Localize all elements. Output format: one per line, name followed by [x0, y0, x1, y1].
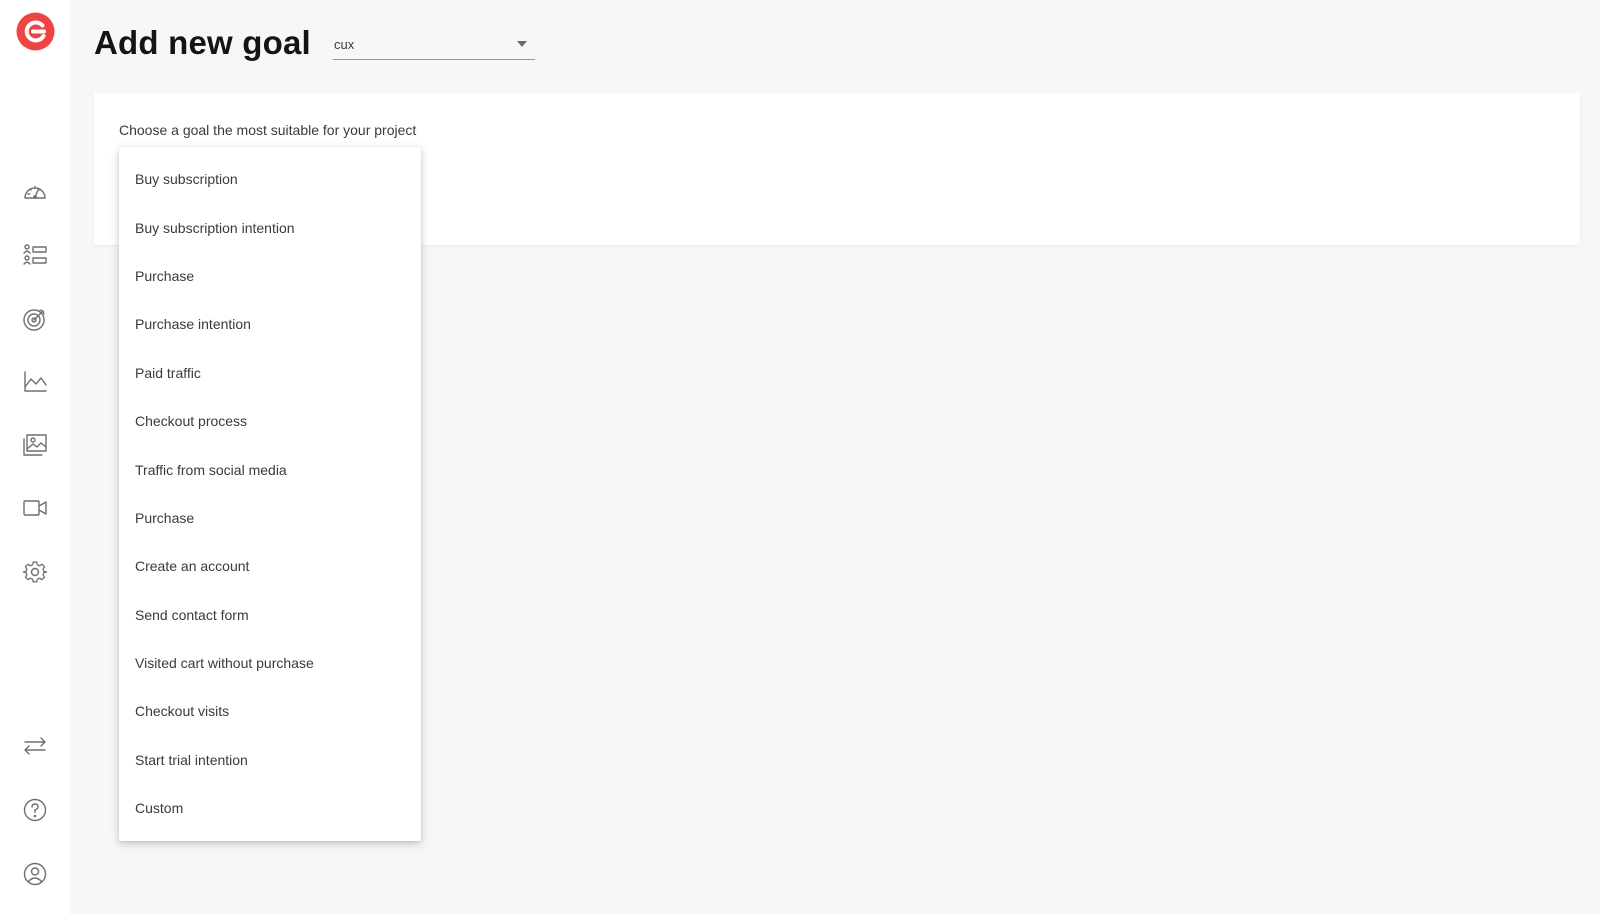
project-select[interactable]: cux [333, 30, 535, 60]
area-chart-icon[interactable] [22, 369, 48, 395]
goal-option-start-trial-intention[interactable]: Start trial intention [119, 736, 421, 784]
goal-option-purchase-2[interactable]: Purchase [119, 494, 421, 542]
goal-option-visited-cart-without-purchase[interactable]: Visited cart without purchase [119, 639, 421, 687]
goal-option-checkout-visits[interactable]: Checkout visits [119, 687, 421, 735]
goal-option-checkout-process[interactable]: Checkout process [119, 397, 421, 445]
cux-logo-icon[interactable] [16, 12, 55, 51]
chevron-down-icon [517, 41, 527, 47]
video-camera-icon[interactable] [22, 495, 48, 521]
goal-option-purchase[interactable]: Purchase [119, 252, 421, 300]
goal-option-create-an-account[interactable]: Create an account [119, 542, 421, 590]
user-list-icon[interactable] [22, 242, 48, 268]
gallery-images-icon[interactable] [22, 432, 48, 458]
project-select-value: cux [334, 37, 355, 52]
goal-dropdown-menu: Buy subscription Buy subscription intent… [119, 147, 421, 841]
user-profile-icon[interactable] [22, 861, 48, 887]
gear-icon[interactable] [22, 559, 48, 585]
goal-option-buy-subscription-intention[interactable]: Buy subscription intention [119, 203, 421, 251]
goal-option-purchase-intention[interactable]: Purchase intention [119, 300, 421, 348]
target-goal-icon[interactable] [22, 306, 48, 332]
goal-option-custom[interactable]: Custom [119, 784, 421, 832]
swap-arrows-icon[interactable] [22, 733, 48, 759]
goal-option-send-contact-form[interactable]: Send contact form [119, 591, 421, 639]
goal-option-traffic-from-social-media[interactable]: Traffic from social media [119, 445, 421, 493]
goal-prompt: Choose a goal the most suitable for your… [119, 122, 417, 138]
goal-option-buy-subscription[interactable]: Buy subscription [119, 155, 421, 203]
goal-option-paid-traffic[interactable]: Paid traffic [119, 349, 421, 397]
help-question-icon[interactable] [22, 797, 48, 823]
page-title: Add new goal [94, 24, 311, 61]
dashboard-gauge-icon[interactable] [22, 179, 48, 205]
sidebar [0, 0, 70, 914]
